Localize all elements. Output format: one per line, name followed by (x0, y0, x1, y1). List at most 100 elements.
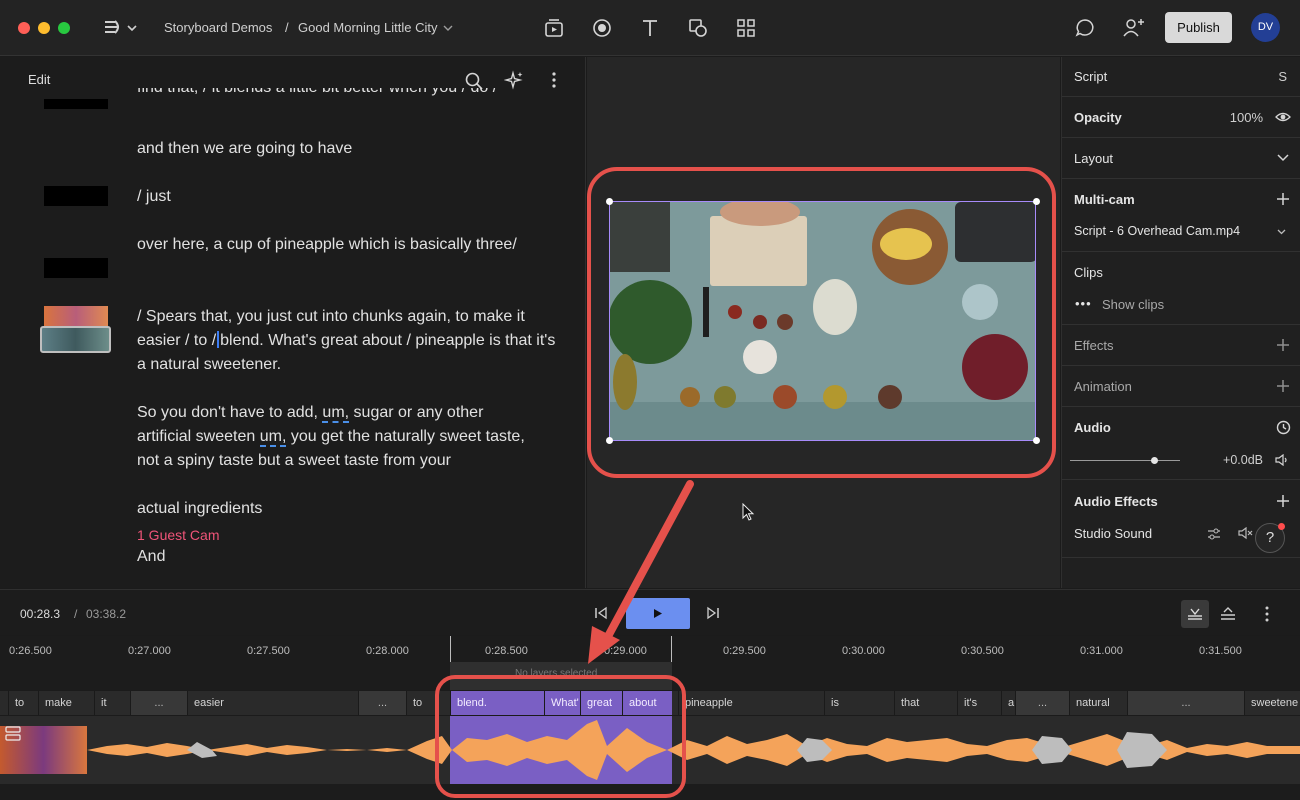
grid-tool-button[interactable] (734, 16, 758, 40)
script-paragraph-7[interactable]: And (137, 545, 557, 569)
audio-effects-section: Audio Effects Studio Sound ? (1062, 480, 1300, 558)
word-chip-selected[interactable]: great (580, 691, 622, 715)
more-options-icon[interactable] (544, 70, 564, 90)
audio-section: Audio +0.0dB (1062, 407, 1300, 480)
scene-thumbnail[interactable] (44, 99, 108, 109)
gap-chip[interactable]: ... (358, 691, 406, 715)
resize-handle-top-left[interactable] (606, 198, 613, 205)
edit-mode-label[interactable]: Edit (28, 72, 50, 87)
word-chip-selected[interactable]: about (622, 691, 672, 715)
total-duration: 03:38.2 (86, 607, 127, 621)
avatar[interactable]: DV (1251, 13, 1280, 42)
mouse-pointer-icon (742, 503, 755, 521)
word-chip[interactable]: natural (1069, 691, 1127, 715)
scene-thumbnail[interactable] (44, 186, 108, 206)
script-paragraph-4[interactable]: / Spears that, you just cut into chunks … (137, 305, 557, 377)
layout-section[interactable]: Layout (1062, 138, 1300, 179)
filler-word-um[interactable]: um, (322, 404, 350, 423)
breadcrumb-project[interactable]: Storyboard Demos (164, 20, 272, 35)
mute-icon[interactable] (1238, 527, 1254, 541)
filler-word-um[interactable]: um, (259, 428, 287, 447)
show-clips-button[interactable]: Show clips (1102, 297, 1164, 312)
script-paragraph-1[interactable]: and then we are going to have (137, 137, 557, 161)
chevron-down-icon[interactable] (1277, 154, 1289, 162)
ai-sparkle-icon[interactable] (504, 70, 524, 90)
word-chip[interactable]: sweetene (1244, 691, 1300, 715)
word-chip[interactable]: is (824, 691, 894, 715)
speaker-label[interactable]: 1 Guest Cam (137, 527, 219, 543)
grid-icon (737, 19, 755, 37)
word-chip[interactable]: it (94, 691, 130, 715)
scene-tool-button[interactable] (542, 16, 566, 40)
word-chip[interactable]: make (38, 691, 94, 715)
layout-label: Layout (1074, 151, 1114, 166)
resize-handle-bottom-left[interactable] (606, 437, 613, 444)
plus-icon[interactable] (1276, 379, 1290, 393)
plus-icon[interactable] (1276, 192, 1290, 206)
window-close-button[interactable] (18, 22, 30, 34)
plus-icon[interactable] (1276, 494, 1290, 508)
script-paragraph-5[interactable]: So you don't have to add, um, sugar or a… (137, 401, 537, 473)
descript-menu-icon (105, 20, 137, 34)
script-paragraph-3[interactable]: over here, a cup of pineapple which is b… (137, 233, 557, 257)
selection-end-marker[interactable] (671, 636, 672, 662)
sliders-icon[interactable] (1207, 527, 1221, 541)
record-tool-button[interactable] (590, 16, 614, 40)
publish-button[interactable]: Publish (1165, 12, 1232, 43)
word-chip-selected[interactable]: What' (544, 691, 580, 715)
word-chip[interactable]: to (406, 691, 450, 715)
clock-history-icon[interactable] (1276, 420, 1291, 435)
speaker-volume-icon[interactable] (1275, 454, 1289, 466)
app-menu-button[interactable] (103, 18, 139, 38)
multicam-source-select[interactable]: Script - 6 Overhead Cam.mp4 (1074, 224, 1240, 238)
animation-section[interactable]: Animation (1062, 366, 1300, 407)
multicam-label: Multi-cam (1074, 192, 1135, 207)
window-minimize-button[interactable] (38, 22, 50, 34)
audio-gain-value[interactable]: +0.0dB (1223, 453, 1263, 467)
word-chip[interactable]: a (1001, 691, 1015, 715)
word-chip[interactable]: that (894, 691, 957, 715)
comments-button[interactable] (1073, 16, 1097, 40)
text-tool-button[interactable] (638, 16, 662, 40)
script-layer-row[interactable]: Script S (1062, 57, 1300, 97)
script-paragraph-2[interactable]: / just (137, 185, 557, 209)
audio-waveform-track[interactable] (0, 716, 1300, 784)
word-chip-selected[interactable]: blend. (450, 691, 544, 715)
chevron-down-icon[interactable] (443, 24, 453, 32)
breadcrumb-file[interactable]: Good Morning Little City (298, 20, 437, 35)
invite-button[interactable] (1121, 16, 1145, 40)
script-line-cut[interactable]: find that, / it blends a little bit bett… (137, 88, 557, 100)
word-chip[interactable]: to (8, 691, 38, 715)
chevron-down-icon[interactable] (1277, 229, 1286, 235)
more-options-icon[interactable] (1260, 605, 1274, 623)
opacity-value[interactable]: 100% (1230, 110, 1263, 125)
skip-back-icon[interactable] (594, 606, 608, 620)
timeline-ruler[interactable]: 0:26.500 0:27.000 0:27.500 0:28.000 0:28… (0, 636, 1300, 690)
audio-gain-slider-track[interactable] (1070, 460, 1180, 461)
gap-chip[interactable]: ... (130, 691, 187, 715)
audio-gain-slider-thumb[interactable] (1151, 457, 1158, 464)
snap-toggle-button[interactable] (1181, 600, 1209, 628)
shape-tool-button[interactable] (686, 16, 710, 40)
play-button[interactable] (626, 598, 690, 629)
scene-thumbnail[interactable] (44, 258, 108, 278)
window-zoom-button[interactable] (58, 22, 70, 34)
visibility-eye-icon[interactable] (1275, 110, 1291, 124)
gap-chip[interactable]: ... (1015, 691, 1069, 715)
collapse-tracks-icon[interactable] (1220, 607, 1236, 621)
video-frame[interactable] (609, 201, 1036, 441)
studio-sound-label[interactable]: Studio Sound (1074, 526, 1152, 541)
resize-handle-top-right[interactable] (1033, 198, 1040, 205)
gap-chip[interactable]: ... (1127, 691, 1244, 715)
skip-forward-icon[interactable] (706, 606, 720, 620)
word-chip[interactable]: pineapple (678, 691, 824, 715)
resize-handle-bottom-right[interactable] (1033, 437, 1040, 444)
effects-section[interactable]: Effects (1062, 325, 1300, 366)
script-paragraph-6[interactable]: actual ingredients (137, 497, 557, 521)
word-chip[interactable]: it's (957, 691, 1001, 715)
plus-icon[interactable] (1276, 338, 1290, 352)
guest-cam-thumbnail[interactable] (44, 306, 108, 328)
opacity-row[interactable]: Opacity 100% (1062, 97, 1300, 138)
overhead-cam-thumbnail[interactable] (40, 326, 111, 353)
word-chip[interactable]: easier (187, 691, 358, 715)
